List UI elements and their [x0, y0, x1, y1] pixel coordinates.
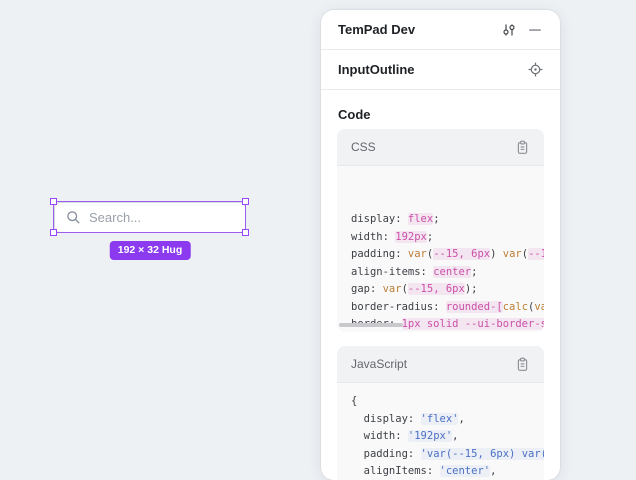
selection-handle-top-left[interactable] [50, 198, 57, 205]
clipboard-icon[interactable] [511, 353, 533, 375]
clipboard-icon[interactable] [511, 136, 533, 158]
selection-handle-bottom-left[interactable] [50, 229, 57, 236]
css-code-body[interactable]: display: flex;width: 192px;padding: var(… [337, 166, 544, 332]
search-icon [65, 209, 82, 226]
sliders-icon[interactable] [498, 19, 520, 41]
selection-handle-top-right[interactable] [242, 198, 249, 205]
js-card-header: JavaScript [337, 346, 544, 383]
code-line: gap: var(--15, 6px); [351, 281, 544, 299]
horizontal-scrollbar[interactable] [339, 323, 403, 327]
crosshair-icon[interactable] [524, 59, 546, 81]
selection-handle-bottom-right[interactable] [242, 229, 249, 236]
search-placeholder: Search... [89, 210, 141, 225]
tempad-dev-panel: TemPad Dev InputOutline [321, 10, 560, 480]
css-code-card: CSS display: flex;width: 192px;padding: … [337, 129, 544, 332]
js-code-card: JavaScript { display: 'flex', width: '19… [337, 346, 544, 480]
code-line: display: flex; [351, 211, 544, 229]
css-language-label: CSS [351, 140, 376, 154]
js-language-label: JavaScript [351, 357, 407, 371]
component-name: InputOutline [338, 62, 415, 77]
selection-size-badge: 192 × 32 Hug [110, 241, 191, 260]
panel-title: TemPad Dev [338, 22, 415, 37]
code-line: display: 'flex', [351, 411, 544, 429]
css-card-header: CSS [337, 129, 544, 166]
component-row: InputOutline [321, 50, 560, 90]
search-input[interactable]: Search... [54, 202, 246, 233]
panel-header: TemPad Dev [321, 10, 560, 50]
js-code-body[interactable]: { display: 'flex', width: '192px', paddi… [337, 383, 544, 480]
code-section-label: Code [338, 107, 543, 122]
code-line: align-items: center; [351, 264, 544, 282]
code-line: padding: var(--15, 6px) var(--15, 6px); [351, 246, 544, 264]
minus-icon[interactable] [524, 19, 546, 41]
code-line: width: 192px; [351, 229, 544, 247]
code-line: padding: 'var(--15, 6px) var(--15, 6px)'… [351, 446, 544, 464]
code-line: border-radius: rounded-[calc(var(--15 [351, 299, 544, 317]
code-line: width: '192px', [351, 428, 544, 446]
code-line: { [351, 393, 544, 411]
